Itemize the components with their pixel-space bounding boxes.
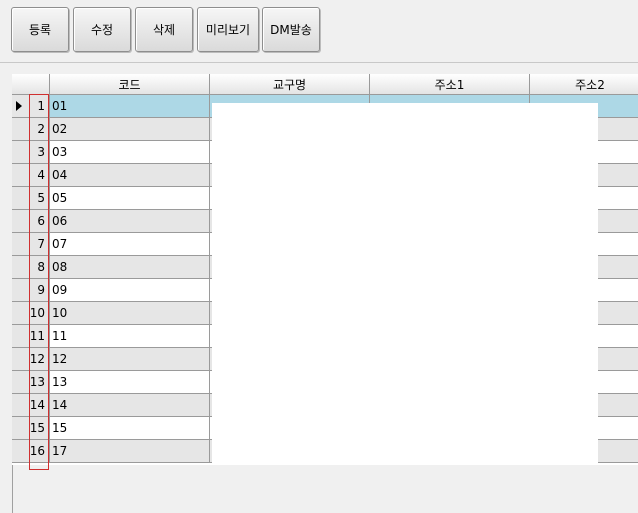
code-value: 03 <box>52 145 68 159</box>
redacted-area <box>212 103 598 465</box>
code-cell[interactable]: 17 <box>50 440 210 463</box>
code-cell[interactable]: 15 <box>50 417 210 440</box>
code-cell[interactable]: 08 <box>50 256 210 279</box>
preview-button[interactable]: 미리보기 <box>197 7 259 52</box>
code-value: 06 <box>52 214 68 228</box>
code-cell[interactable]: 13 <box>50 371 210 394</box>
column-header-address1[interactable]: 주소1 <box>370 74 530 95</box>
code-cell[interactable]: 04 <box>50 164 210 187</box>
code-value: 13 <box>52 375 68 389</box>
code-value: 05 <box>52 191 68 205</box>
code-value: 07 <box>52 237 68 251</box>
code-value: 01 <box>52 99 68 113</box>
header-corner[interactable] <box>12 74 50 95</box>
code-cell[interactable]: 14 <box>50 394 210 417</box>
column-header-name[interactable]: 교구명 <box>210 74 370 95</box>
register-button[interactable]: 등록 <box>11 7 69 52</box>
code-value: 14 <box>52 398 68 412</box>
code-cell[interactable]: 03 <box>50 141 210 164</box>
code-value: 04 <box>52 168 68 182</box>
code-value: 08 <box>52 260 68 274</box>
column-header-code[interactable]: 코드 <box>50 74 210 95</box>
code-value: 15 <box>52 421 68 435</box>
code-cell[interactable]: 07 <box>50 233 210 256</box>
code-value: 10 <box>52 306 68 320</box>
row-number-highlight-box <box>29 94 49 470</box>
toolbar-divider <box>0 62 638 63</box>
delete-button[interactable]: 삭제 <box>135 7 193 52</box>
send-dm-button[interactable]: DM발송 <box>262 7 320 52</box>
code-cell[interactable]: 09 <box>50 279 210 302</box>
code-value: 02 <box>52 122 68 136</box>
current-row-arrow-icon <box>16 101 22 111</box>
code-cell[interactable]: 11 <box>50 325 210 348</box>
code-cell[interactable]: 12 <box>50 348 210 371</box>
toolbar: 등록 수정 삭제 미리보기 DM발송 <box>0 0 638 62</box>
code-value: 09 <box>52 283 68 297</box>
code-value: 11 <box>52 329 68 343</box>
column-header-address2[interactable]: 주소2 <box>530 74 638 95</box>
code-cell[interactable]: 10 <box>50 302 210 325</box>
code-value: 12 <box>52 352 68 366</box>
code-cell[interactable]: 01 <box>50 95 210 118</box>
code-cell[interactable]: 05 <box>50 187 210 210</box>
code-cell[interactable]: 02 <box>50 118 210 141</box>
grid-header: 코드 교구명 주소1 주소2 <box>12 74 638 95</box>
code-value: 17 <box>52 444 68 458</box>
edit-button[interactable]: 수정 <box>73 7 131 52</box>
code-cell[interactable]: 06 <box>50 210 210 233</box>
